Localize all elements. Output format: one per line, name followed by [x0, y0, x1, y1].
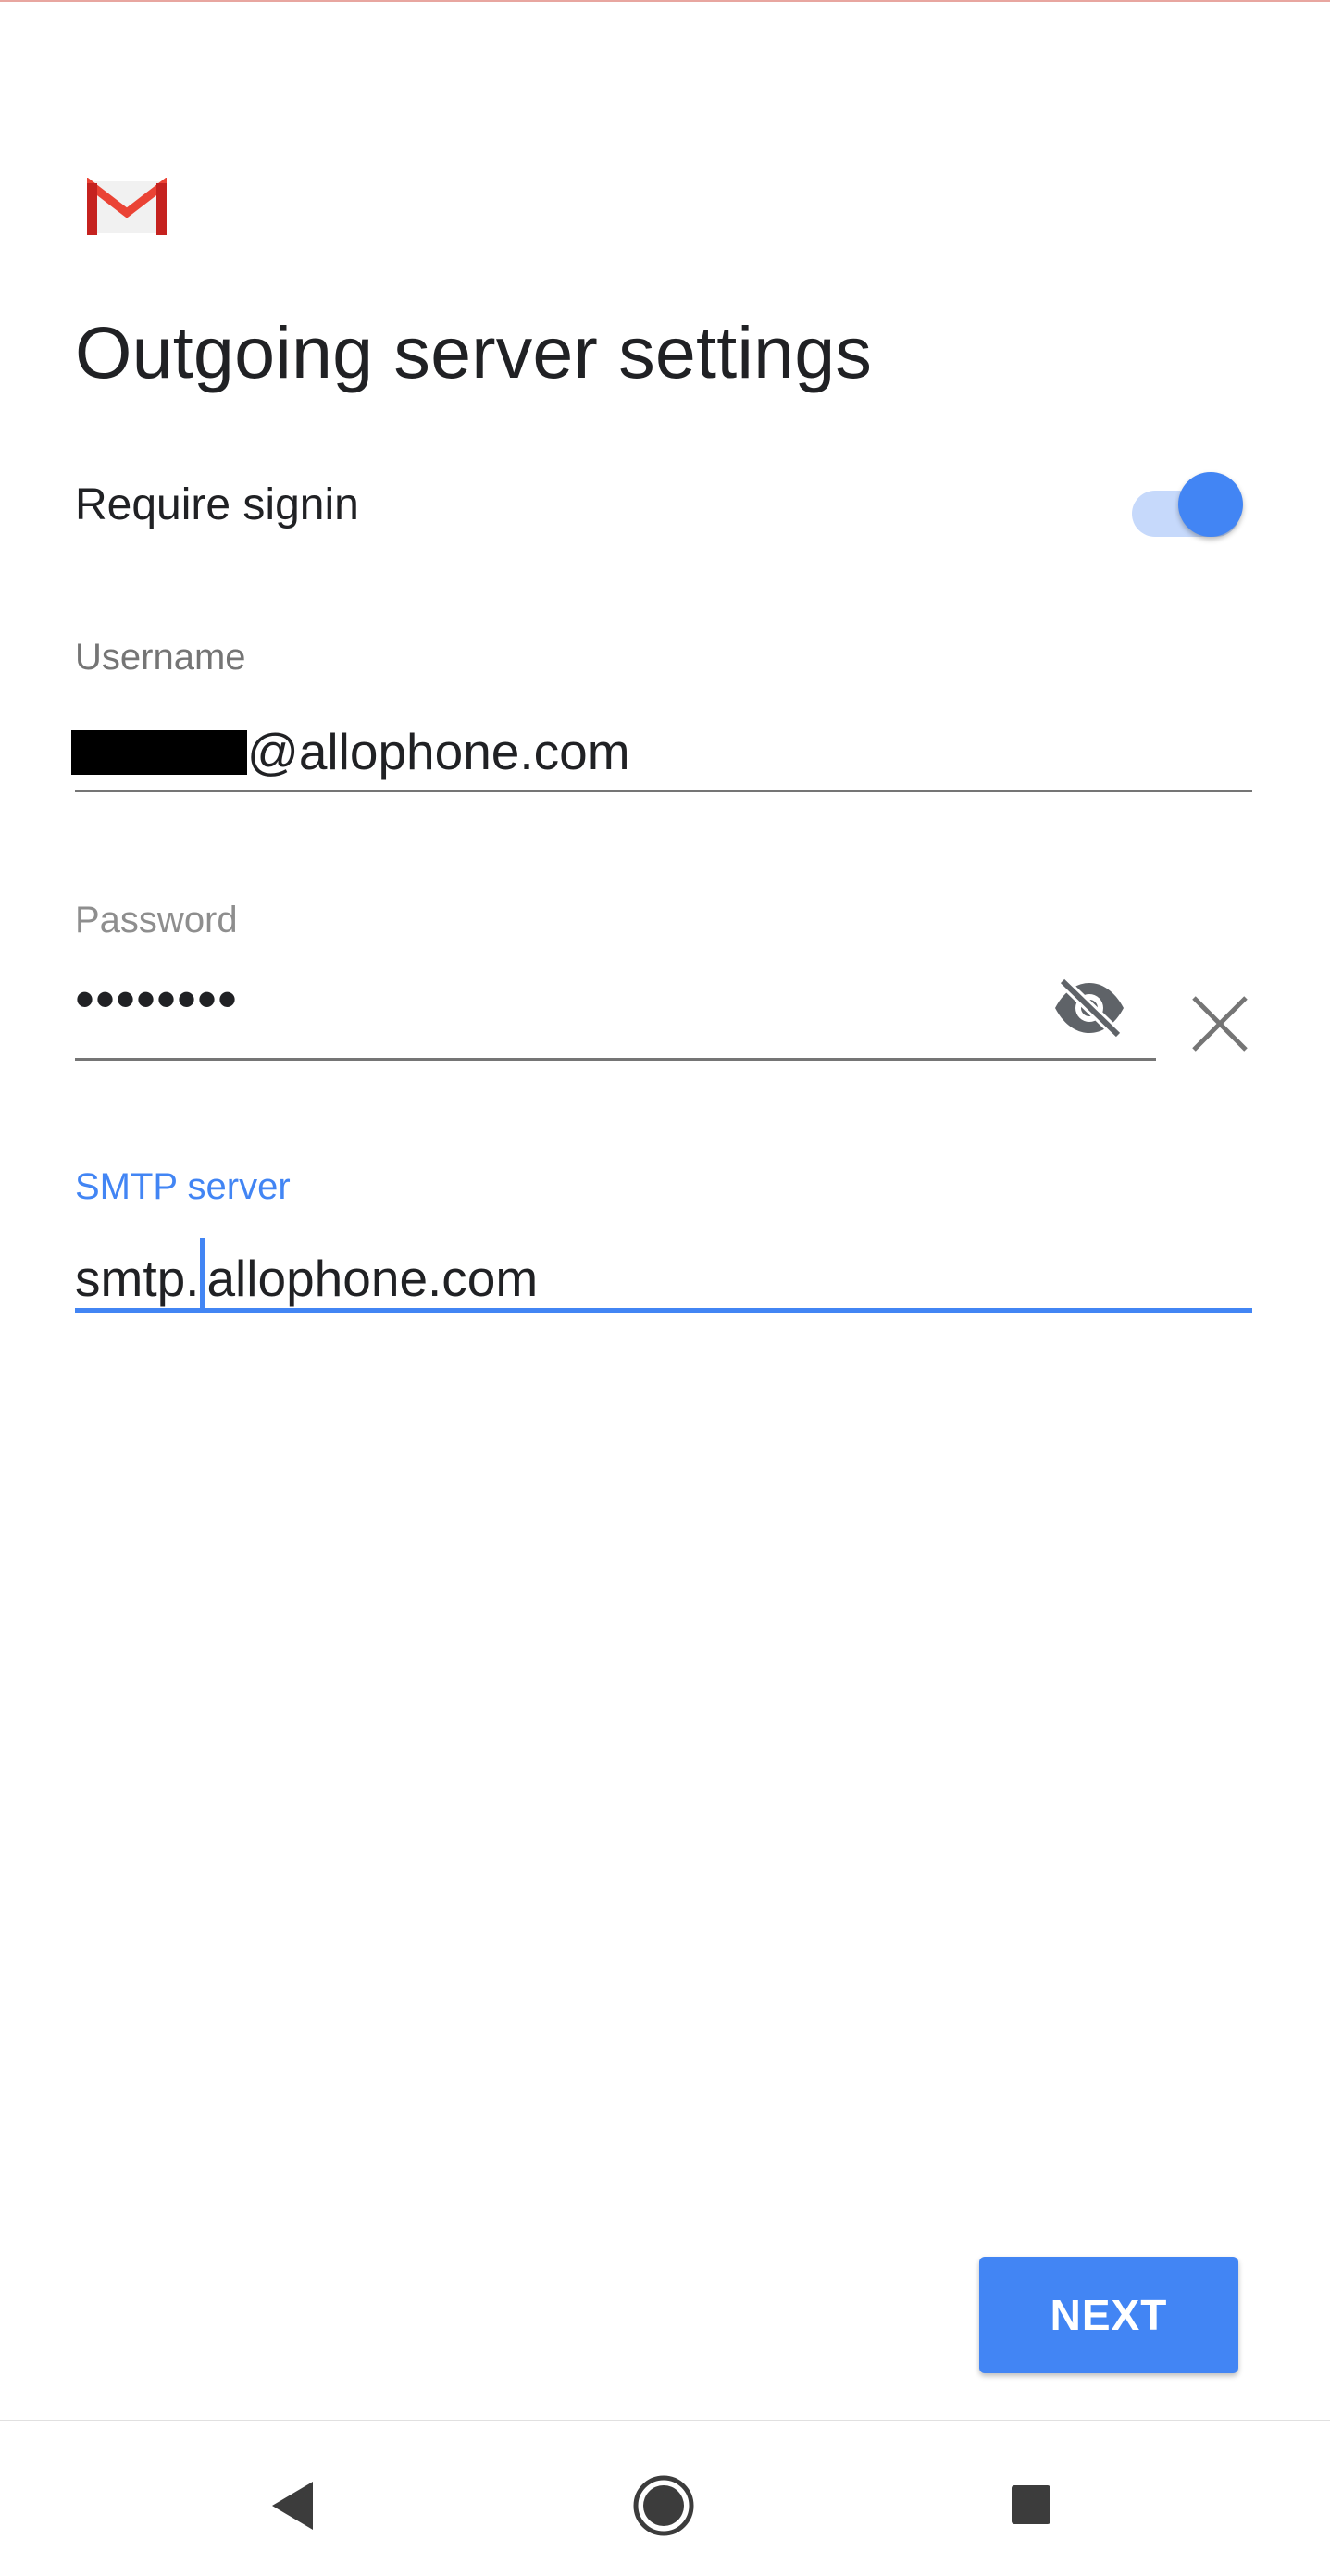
username-domain: @allophone.com [247, 723, 630, 780]
nav-home-icon[interactable] [632, 2474, 695, 2537]
password-label: Password [75, 900, 238, 940]
username-input[interactable]: @allophone.com [71, 722, 630, 781]
close-icon[interactable] [1188, 992, 1251, 1055]
require-signin-row: Require signin [75, 472, 1250, 542]
toggle-thumb [1178, 472, 1243, 537]
username-underline [75, 790, 1252, 792]
eye-off-icon[interactable] [1051, 977, 1127, 1039]
require-signin-toggle[interactable] [1132, 472, 1247, 542]
page-title: Outgoing server settings [75, 311, 873, 393]
password-underline [75, 1058, 1156, 1061]
next-button[interactable]: NEXT [979, 2257, 1238, 2373]
redacted-username [71, 730, 247, 775]
require-signin-label: Require signin [75, 480, 359, 529]
smtp-value-prefix: smtp. [75, 1250, 200, 1307]
smtp-server-input[interactable]: smtp. allophone.com [75, 1238, 538, 1309]
system-nav-bar [0, 2421, 1330, 2576]
smtp-server-label: SMTP server [75, 1166, 291, 1207]
text-cursor [200, 1238, 205, 1309]
gmail-logo-icon [87, 178, 167, 235]
status-divider [0, 0, 1330, 2]
username-label: Username [75, 637, 246, 678]
smtp-server-underline [75, 1308, 1252, 1313]
nav-recents-icon[interactable] [1010, 2483, 1052, 2526]
nav-back-icon[interactable] [270, 2480, 315, 2532]
smtp-value-suffix: allophone.com [206, 1250, 539, 1307]
password-input[interactable]: •••••••• [75, 972, 238, 1027]
